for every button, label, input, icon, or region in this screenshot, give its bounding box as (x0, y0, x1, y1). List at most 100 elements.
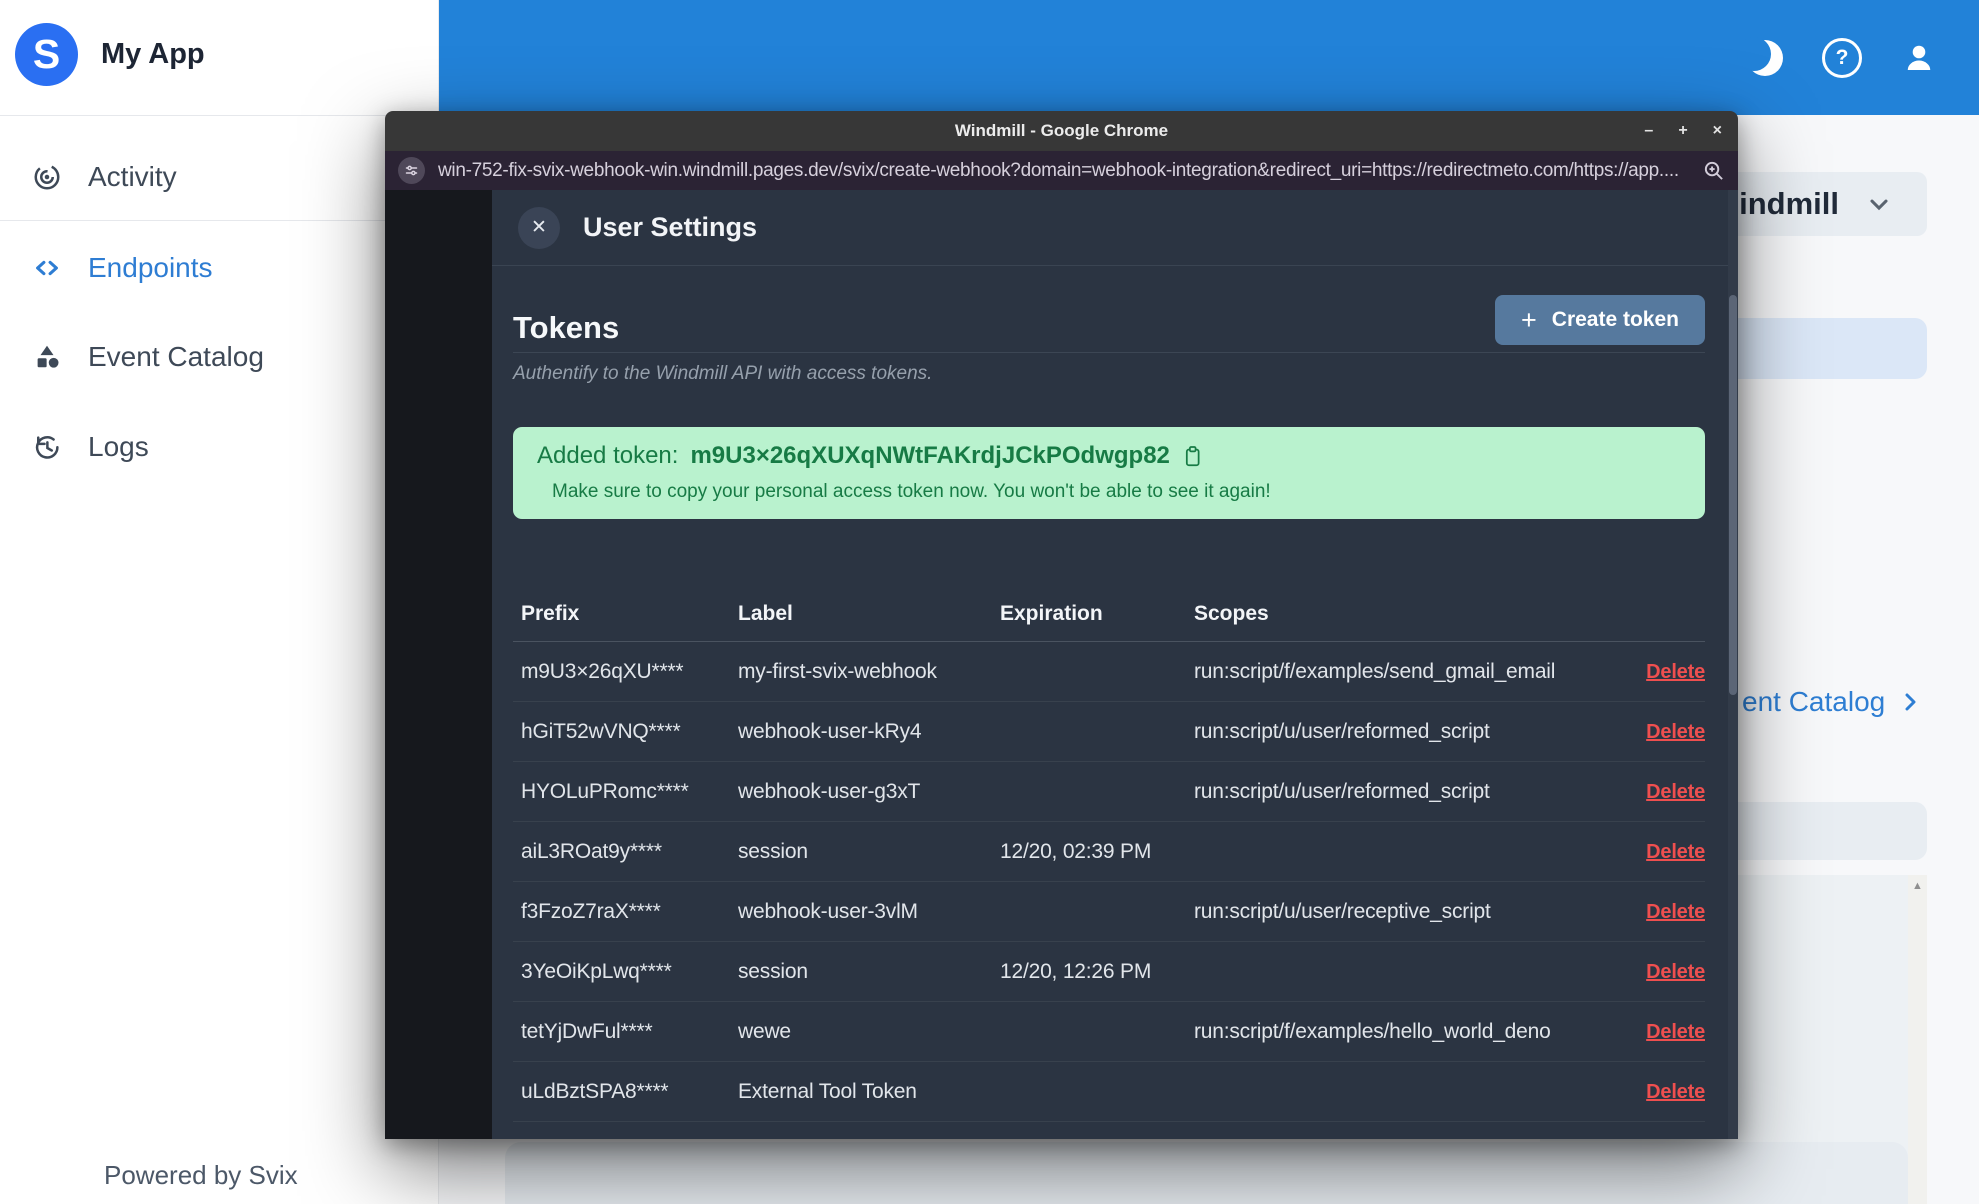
event-catalog-link[interactable]: ent Catalog (1742, 686, 1922, 718)
sidebar-item-endpoints[interactable]: Endpoints (0, 240, 439, 296)
logs-icon (35, 436, 59, 459)
cell-expiration: 12/20, 12:26 PM (1000, 959, 1152, 983)
cell-scopes: run:script/u/user/reformed_script (1194, 779, 1490, 803)
cell-label: wewe (738, 1019, 791, 1043)
user-icon[interactable] (1901, 40, 1937, 76)
tokens-table: Prefix Label Expiration Scopes m9U3×26qX… (513, 586, 1705, 1139)
plus-icon: + (1521, 304, 1537, 335)
table-row: j9AjYVkJRp**** wlwtel Delete (513, 1122, 1705, 1139)
close-icon[interactable]: ✕ (518, 206, 560, 249)
app-brand: S My App (15, 23, 205, 86)
endpoints-icon (36, 260, 58, 276)
scroll-up-arrow-icon[interactable]: ▲ (1912, 880, 1923, 892)
help-icon[interactable]: ? (1822, 37, 1862, 78)
cell-label: webhook-user-3vlM (738, 899, 918, 923)
tokens-heading: Tokens (513, 310, 620, 345)
sidebar-item-activity[interactable]: Activity (0, 149, 439, 205)
drawer-header: ✕ User Settings (492, 190, 1738, 266)
cell-scopes: run:script/f/examples/hello_world_deno (1194, 1019, 1551, 1043)
dimmed-page-background (385, 190, 492, 1139)
col-header-expiration: Expiration (1000, 601, 1103, 625)
cell-label: my-first-svix-webhook (738, 659, 937, 683)
page-scrollbar[interactable]: ▲ (1908, 875, 1927, 1204)
cell-prefix: HYOLuPRomc**** (521, 779, 689, 803)
cell-prefix: f3FzoZ7raX**** (521, 899, 661, 923)
tune-icon (405, 165, 418, 176)
window-close-button[interactable]: × (1713, 122, 1722, 140)
cell-label: webhook-user-g3xT (738, 779, 921, 803)
sidebar-item-event-catalog[interactable]: Event Catalog (0, 329, 439, 385)
site-settings-icon[interactable] (398, 157, 425, 184)
banner-label: Added token: (537, 442, 679, 469)
sidebar-divider (0, 220, 439, 221)
delete-token-link[interactable]: Delete (1646, 961, 1705, 983)
col-header-prefix: Prefix (521, 601, 580, 625)
table-header-row: Prefix Label Expiration Scopes (513, 586, 1705, 642)
table-row: HYOLuPRomc**** webhook-user-g3xT run:scr… (513, 762, 1705, 822)
cell-prefix: 3YeOiKpLwq**** (521, 959, 672, 983)
cell-label: session (738, 959, 808, 983)
cell-scopes: run:script/u/user/receptive_script (1194, 899, 1491, 923)
sidebar-item-logs[interactable]: Logs (0, 419, 439, 475)
table-row: m9U3×26qXU**** my-first-svix-webhook run… (513, 642, 1705, 702)
delete-token-link[interactable]: Delete (1646, 1081, 1705, 1103)
svix-logo-icon: S (15, 23, 78, 86)
app-header: ? (439, 0, 1979, 115)
cell-prefix: hGiT52wVNQ**** (521, 719, 681, 743)
drawer-title: User Settings (583, 212, 758, 242)
chrome-window: Windmill - Google Chrome – + × win-752-f… (385, 111, 1738, 1139)
table-row: 3YeOiKpLwq**** session 12/20, 12:26 PM D… (513, 942, 1705, 1002)
cell-label: External Tool Token (738, 1079, 917, 1103)
create-token-button[interactable]: + Create token (1495, 295, 1705, 345)
user-settings-drawer: ✕ User Settings Tokens + Create token Au… (492, 190, 1738, 1139)
browser-viewport: ✕ User Settings Tokens + Create token Au… (385, 190, 1738, 1139)
workspace-name: indmill (1739, 186, 1839, 221)
window-titlebar[interactable]: Windmill - Google Chrome – + × (385, 111, 1738, 151)
delete-token-link[interactable]: Delete (1646, 721, 1705, 743)
maximize-button[interactable]: + (1678, 122, 1687, 140)
zoom-icon[interactable] (1702, 159, 1725, 182)
sidebar-item-label: Endpoints (88, 252, 213, 283)
event-catalog-icon (37, 345, 59, 368)
cell-expiration: 12/20, 02:39 PM (1000, 839, 1152, 863)
window-controls: – + × (1644, 111, 1722, 151)
powered-by-svix: Powered by Svix (104, 1160, 298, 1190)
delete-token-link[interactable]: Delete (1646, 1021, 1705, 1043)
cell-prefix: uLdBztSPA8**** (521, 1079, 669, 1103)
table-row: tetYjDwFul**** wewe run:script/f/example… (513, 1002, 1705, 1062)
sidebar: S My App Activity Endpoints Event Catalo… (0, 0, 439, 1204)
token-added-banner: Added token: m9U3×26qXUXqNWtFAKrdjJCkPOd… (513, 427, 1705, 519)
table-row: uLdBztSPA8**** External Tool Token Delet… (513, 1062, 1705, 1122)
cell-scopes: run:script/f/examples/send_gmail_email (1194, 659, 1556, 683)
cell-prefix: m9U3×26qXU**** (521, 659, 684, 683)
dark-mode-moon-icon[interactable] (1737, 36, 1783, 76)
scrollbar-thumb[interactable] (1729, 295, 1737, 695)
col-header-scopes: Scopes (1194, 601, 1269, 625)
copy-clipboard-icon[interactable] (1182, 445, 1203, 468)
delete-token-link[interactable]: Delete (1646, 841, 1705, 863)
cell-scopes: run:script/u/user/reformed_script (1194, 719, 1490, 743)
table-row: aiL3ROat9y**** session 12/20, 02:39 PM D… (513, 822, 1705, 882)
banner-note: Make sure to copy your personal access t… (552, 481, 1271, 502)
background-code-panel (505, 1142, 1908, 1204)
browser-scrollbar[interactable] (1728, 190, 1738, 1139)
url-bar: win-752-fix-svix-webhook-win.windmill.pa… (385, 151, 1738, 190)
sidebar-item-label: Event Catalog (88, 341, 264, 372)
sidebar-item-label: Activity (88, 161, 177, 192)
activity-icon (34, 164, 60, 190)
screen: ? indmill ent Catalog ▲ S My App Activit… (0, 0, 1979, 1204)
app-name: My App (101, 38, 205, 70)
chevron-right-icon (1905, 693, 1916, 711)
delete-token-link[interactable]: Delete (1646, 781, 1705, 803)
table-row: f3FzoZ7raX**** webhook-user-3vlM run:scr… (513, 882, 1705, 942)
header-icon-group: ? (1737, 0, 1937, 115)
banner-token-value: m9U3×26qXUXqNWtFAKrdjJCkPOdwgp82 (690, 442, 1170, 469)
cell-prefix: aiL3ROat9y**** (521, 839, 662, 863)
minimize-button[interactable]: – (1644, 122, 1653, 140)
col-header-label: Label (738, 601, 793, 625)
window-title: Windmill - Google Chrome (954, 121, 1169, 140)
cell-prefix: tetYjDwFul**** (521, 1019, 653, 1043)
delete-token-link[interactable]: Delete (1646, 661, 1705, 683)
delete-token-link[interactable]: Delete (1646, 901, 1705, 923)
address-input[interactable]: win-752-fix-svix-webhook-win.windmill.pa… (438, 160, 1689, 182)
